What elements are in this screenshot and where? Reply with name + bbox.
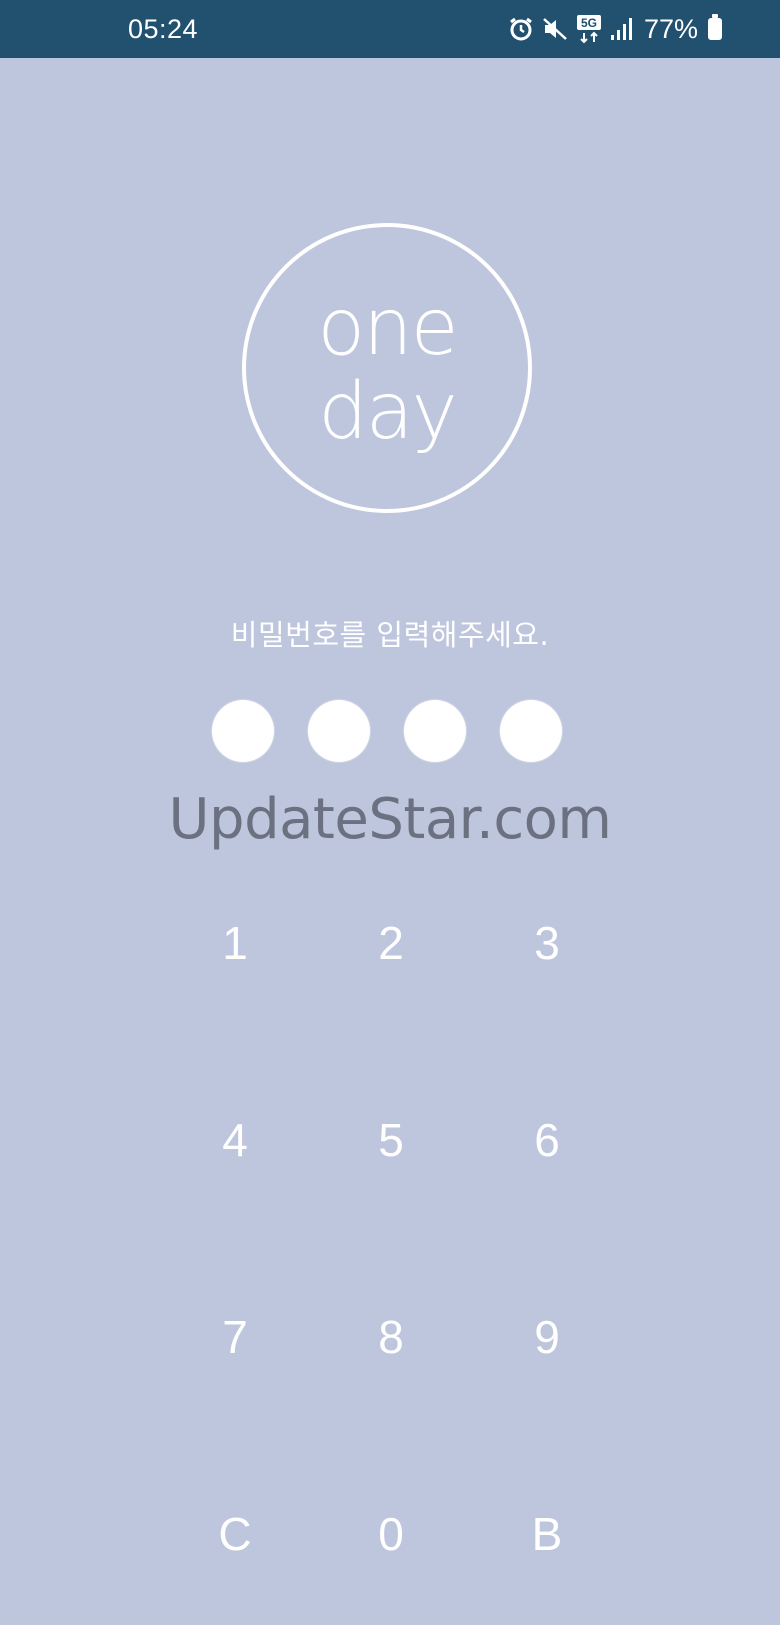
alarm-icon [508,16,534,42]
key-1[interactable]: 1 [175,883,295,1003]
mute-icon [542,16,568,42]
pin-dot [500,700,562,762]
pin-dot [404,700,466,762]
battery-percentage: 77% [643,13,698,44]
status-time: 05:24 [128,14,199,44]
logo-line-one: one [317,283,458,373]
signal-icon [610,17,632,41]
key-6[interactable]: 6 [487,1080,607,1200]
5g-icon: 5G [576,14,602,44]
pin-dot [308,700,370,762]
battery-icon [708,14,722,40]
key-0[interactable]: 0 [331,1474,451,1594]
pin-indicator [212,700,562,762]
watermark: UpdateStar.com [168,787,612,852]
key-5[interactable]: 5 [331,1080,451,1200]
pin-dot [212,700,274,762]
key-7[interactable]: 7 [175,1277,295,1397]
app-logo: one day [242,223,532,513]
status-icons: 5G 77% [508,12,722,46]
key-4[interactable]: 4 [175,1080,295,1200]
svg-text:5G: 5G [581,16,597,30]
key-3[interactable]: 3 [487,883,607,1003]
key-8[interactable]: 8 [331,1277,451,1397]
logo-line-day: day [318,367,457,457]
status-bar: 05:24 5G 77% [0,0,780,58]
backspace-button[interactable]: B [487,1474,607,1594]
key-9[interactable]: 9 [487,1277,607,1397]
clear-button[interactable]: C [175,1474,295,1594]
password-prompt: 비밀번호를 입력해주세요. [230,618,550,652]
key-2[interactable]: 2 [331,883,451,1003]
